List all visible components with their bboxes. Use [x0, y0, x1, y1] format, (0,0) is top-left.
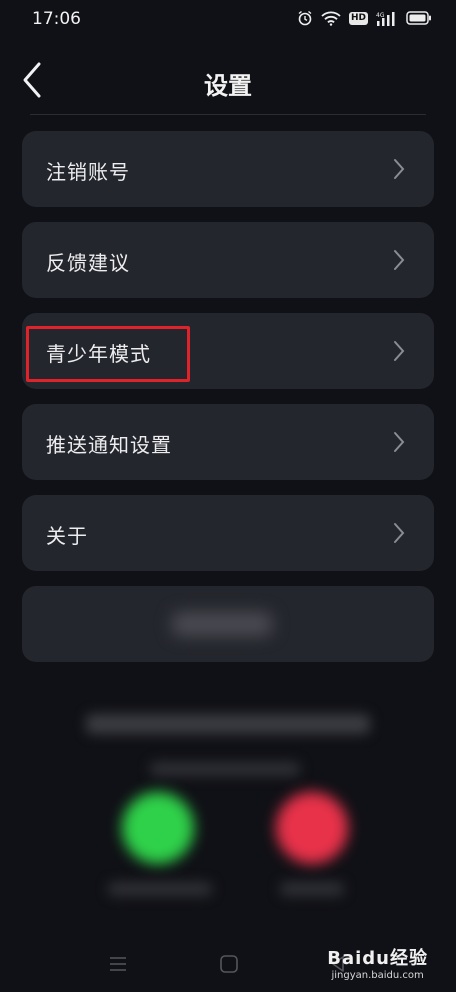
- alarm-icon: [298, 10, 312, 26]
- accept-button[interactable]: [122, 792, 194, 864]
- setting-label: 注销账号: [46, 160, 130, 184]
- wifi-icon: [321, 11, 341, 26]
- setting-item-cancel-account[interactable]: 注销账号: [22, 131, 434, 207]
- menu-icon[interactable]: [108, 954, 128, 974]
- page-title: 设置: [204, 72, 252, 100]
- watermark-url: jingyan.baidu.com: [331, 970, 424, 981]
- blurred-text: [108, 882, 212, 896]
- hd-badge: HD: [348, 11, 368, 25]
- svg-text:4G: 4G: [376, 12, 385, 19]
- watermark: Baidu经验 jingyan.baidu.com: [327, 944, 428, 981]
- nav-bar: 设置: [0, 48, 456, 114]
- setting-item-feedback[interactable]: 反馈建议: [22, 222, 434, 298]
- divider: [30, 114, 426, 115]
- setting-item-push-notifications[interactable]: 推送通知设置: [22, 404, 434, 480]
- decline-button[interactable]: [276, 792, 348, 864]
- setting-label: 推送通知设置: [46, 433, 172, 457]
- settings-list: 注销账号 反馈建议 青少年模式 推送通知设置 关于: [22, 131, 434, 662]
- setting-label: 青少年模式: [46, 342, 151, 366]
- battery-icon: [406, 11, 431, 25]
- chevron-right-icon: [394, 523, 405, 543]
- setting-item-youth-mode[interactable]: 青少年模式: [22, 313, 434, 389]
- blurred-dialog: [0, 592, 456, 896]
- watermark-brand: Baidu经验: [327, 948, 428, 969]
- chevron-right-icon: [394, 341, 405, 361]
- blurred-text: [86, 714, 370, 734]
- chevron-right-icon: [394, 159, 405, 179]
- setting-label: 关于: [46, 524, 88, 548]
- blurred-text: [150, 762, 300, 776]
- home-icon[interactable]: [219, 954, 239, 974]
- setting-item-about[interactable]: 关于: [22, 495, 434, 571]
- chevron-right-icon: [394, 250, 405, 270]
- chevron-right-icon: [394, 432, 405, 452]
- status-time: 17:06: [32, 9, 81, 29]
- status-bar: 17:06 HD 4G: [0, 0, 456, 40]
- setting-label: 反馈建议: [46, 251, 130, 275]
- status-icons: HD 4G: [297, 10, 432, 26]
- blurred-text: [280, 882, 344, 896]
- signal-icon: 4G: [376, 11, 395, 26]
